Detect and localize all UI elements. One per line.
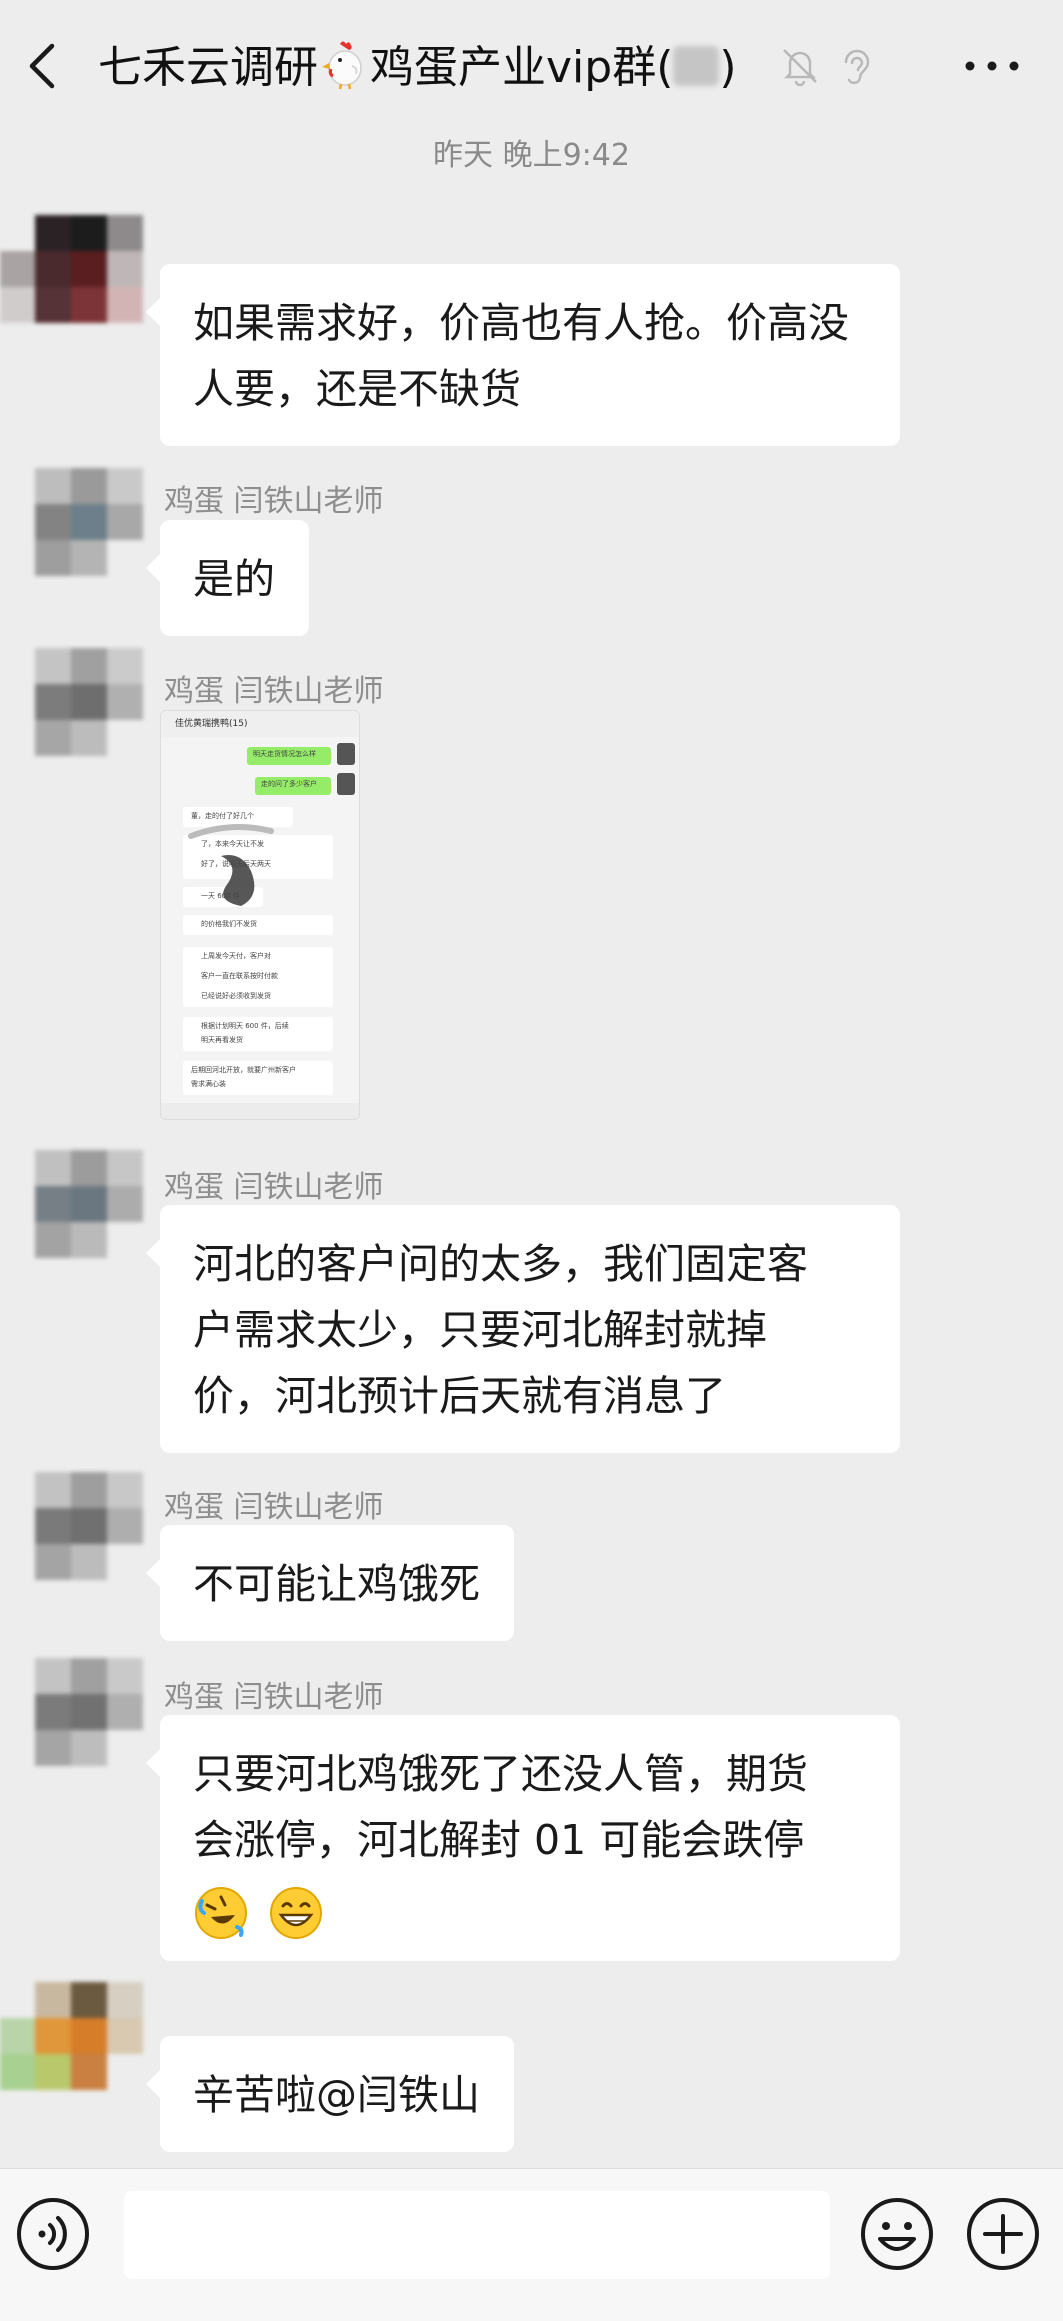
ear-icon (844, 49, 870, 85)
image-text-line: 客户一直在联系按时付款 (201, 972, 278, 980)
message-text-line: 只要河北鸡饿死了还没人管，期货 (193, 1750, 808, 1798)
timestamp: 昨天 晚上9:42 (433, 138, 630, 173)
image-text-line: 已经说好必须收到发货 (201, 992, 271, 1000)
image-text-line: 后期回河北开放，就要广州新客户 (191, 1066, 296, 1074)
avatar[interactable] (0, 1150, 145, 1260)
message-bubble[interactable]: 是的 (146, 520, 309, 636)
chat-title-suffix: 鸡蛋产业vip群( (370, 42, 674, 93)
image-text-line: 了，本来今天让不发 (201, 840, 264, 848)
voice-icon[interactable] (14, 2195, 92, 2273)
image-text-line: 董，走的付了好几个 (191, 812, 254, 820)
more-dots-icon[interactable] (962, 56, 1022, 76)
message-text-line: 户需求太少，只要河北解封就掉 (193, 1306, 767, 1354)
image-text-line: 明天再看发货 (201, 1036, 243, 1044)
plus-icon[interactable] (964, 2195, 1042, 2273)
grin-emoji-icon (270, 1887, 323, 1939)
message-bubble[interactable]: 河北的客户问的太多，我们固定客 户需求太少，只要河北解封就掉 价，河北预计后天就… (146, 1205, 900, 1453)
avatar[interactable] (0, 1472, 145, 1582)
message-bubble[interactable]: 只要河北鸡饿死了还没人管，期货 会涨停，河北解封 01 可能会跌停 (146, 1715, 900, 1961)
message-bubble[interactable]: 不可能让鸡饿死 (146, 1525, 514, 1641)
message-text-line: 会涨停，河北解封 01 可能会跌停 (193, 1816, 805, 1864)
redacted-chip (673, 46, 720, 86)
message-bubble[interactable]: 辛苦啦@闫铁山 (146, 2036, 514, 2152)
avatar[interactable] (0, 1982, 145, 2092)
chat-title: 七禾云调研 鸡蛋产业vip群() (98, 38, 737, 98)
avatar[interactable] (0, 215, 145, 325)
chat-header: 七禾云调研 鸡蛋产业vip群() (0, 0, 1063, 130)
sender-name: 鸡蛋 闫铁山老师 (164, 1170, 384, 1205)
image-text-line: 根据计划明天 600 件，后续 (201, 1022, 289, 1030)
image-message[interactable]: 佳优黄瑞携鸭(15) 明天走货情况怎么样走的问了多少客户董，走的付了好几个了，本… (160, 710, 360, 1120)
chat-title-close: ) (719, 42, 737, 93)
message-text: 如果需求好，价高也有人抢。价高没人要，还是不缺货 (193, 299, 849, 413)
emoji-row (193, 1877, 866, 1939)
chevron-left-icon[interactable] (22, 38, 62, 94)
image-text-line: 需求满心装 (191, 1080, 226, 1088)
message-input[interactable] (124, 2191, 830, 2279)
emoji-icon[interactable] (858, 2195, 936, 2273)
chicken-icon (322, 41, 362, 90)
avatar[interactable] (0, 1658, 145, 1768)
input-bar (0, 2168, 1063, 2321)
message-text-line: 价，河北预计后天就有消息了 (193, 1372, 726, 1420)
rofl-emoji-icon (195, 1887, 247, 1939)
bell-mute-icon (783, 49, 817, 87)
image-text-line: 上周发今天付，客户对 (201, 952, 271, 960)
image-text-line: 明天走货情况怎么样 (253, 750, 316, 758)
message-bubble[interactable]: 如果需求好，价高也有人抢。价高没人要，还是不缺货 (146, 264, 900, 446)
avatar[interactable] (0, 648, 145, 758)
message-text: 不可能让鸡饿死 (193, 1560, 480, 1608)
chat-title-prefix: 七禾云调研 (98, 42, 318, 93)
image-text-line: 走的问了多少客户 (261, 780, 317, 788)
avatar[interactable] (0, 468, 145, 578)
image-chat-title: 佳优黄瑞携鸭(15) (161, 711, 359, 737)
sender-name: 鸡蛋 闫铁山老师 (164, 1490, 384, 1525)
message-text-line: 河北的客户问的太多，我们固定客 (193, 1240, 808, 1288)
image-text-line: 好了，说明天后天两天 (201, 860, 271, 868)
sender-name: 鸡蛋 闫铁山老师 (164, 1680, 384, 1715)
sender-name: 鸡蛋 闫铁山老师 (164, 674, 384, 709)
image-text-line: 一天 600 件 (201, 892, 240, 900)
sender-name: 鸡蛋 闫铁山老师 (164, 484, 384, 519)
message-text: 辛苦啦@闫铁山 (193, 2071, 480, 2119)
image-text-line: 的价格我们不发货 (201, 920, 257, 928)
message-text: 是的 (193, 555, 275, 603)
